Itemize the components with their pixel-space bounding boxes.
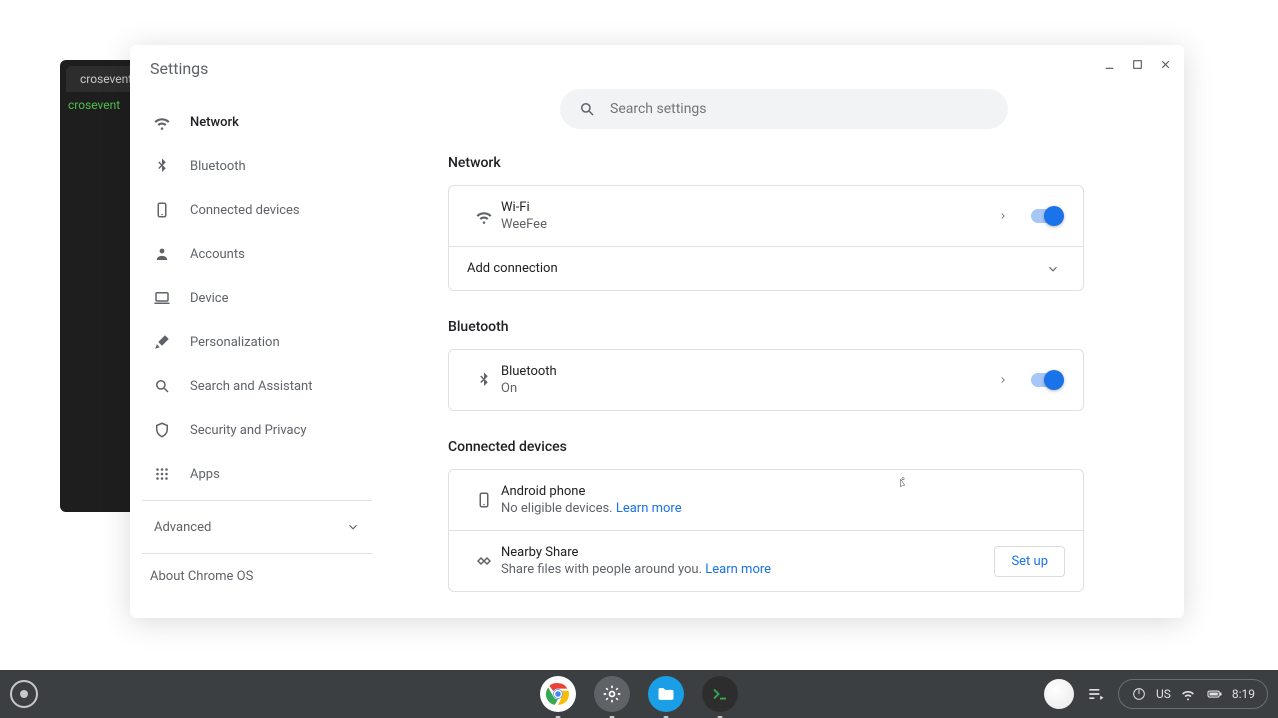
sidebar-item-accounts[interactable]: Accounts [130,232,384,276]
search-icon [152,377,172,395]
content-area: Network Wi-Fi WeeFee Add connection Blue… [384,45,1184,618]
sidebar-item-label: Personalization [190,335,280,350]
bluetooth-icon [152,157,172,175]
android-sub: No eligible devices. Learn more [501,501,1065,516]
section-title-network: Network [448,155,1154,171]
wifi-title: Wi-Fi [501,200,991,215]
chevron-right-icon [991,211,1015,221]
shelf: US 8:19 [0,670,1278,718]
nearby-title: Nearby Share [501,545,994,560]
sidebar-item-label: Device [190,291,229,306]
search-bar[interactable] [560,89,1008,129]
sidebar-item-label: Connected devices [190,203,300,218]
wifi-icon [467,206,501,226]
chevron-down-icon [346,520,360,534]
wifi-ssid: WeeFee [501,217,991,232]
brush-icon [152,333,172,351]
bluetooth-title: Bluetooth [501,364,991,379]
sidebar-item-connected-devices[interactable]: Connected devices [130,188,384,232]
wifi-icon [1180,686,1196,702]
section-title-connected: Connected devices [448,439,1154,455]
add-connection-label: Add connection [467,261,1041,276]
nearby-share-row[interactable]: Nearby Share Share files with people aro… [449,530,1083,591]
sidebar: Settings Network Bluetooth Connected dev… [130,45,384,618]
shelf-app-terminal[interactable] [702,676,738,712]
sidebar-item-search-assistant[interactable]: Search and Assistant [130,364,384,408]
wifi-row[interactable]: Wi-Fi WeeFee [449,186,1083,246]
sidebar-item-label: Apps [190,467,220,482]
search-icon [578,100,596,118]
bluetooth-toggle[interactable] [1031,373,1061,387]
sidebar-item-security-privacy[interactable]: Security and Privacy [130,408,384,452]
network-card: Wi-Fi WeeFee Add connection [448,185,1084,291]
wifi-icon [152,112,172,132]
section-title-bluetooth: Bluetooth [448,319,1154,335]
shield-icon [152,421,172,439]
shelf-app-files[interactable] [648,676,684,712]
sidebar-item-about[interactable]: About Chrome OS [130,558,384,594]
settings-window: Settings Network Bluetooth Connected dev… [130,45,1184,618]
sidebar-item-network[interactable]: Network [130,100,384,144]
bluetooth-card: Bluetooth On [448,349,1084,411]
phone-icon [152,201,172,219]
chevron-right-icon [991,375,1015,385]
app-title: Settings [130,59,384,78]
divider [142,500,372,501]
nearby-share-icon [467,552,501,570]
advanced-label: Advanced [154,520,211,535]
connected-card: Android phone No eligible devices. Learn… [448,469,1084,592]
sidebar-item-label: Search and Assistant [190,379,313,394]
sidebar-item-advanced[interactable]: Advanced [130,505,384,549]
android-title: Android phone [501,484,1065,499]
clock: 8:19 [1232,687,1255,701]
shelf-app-chrome[interactable] [540,676,576,712]
apps-icon [152,465,172,483]
sidebar-item-label: Network [190,115,239,130]
bluetooth-row[interactable]: Bluetooth On [449,350,1083,410]
sidebar-item-device[interactable]: Device [130,276,384,320]
search-input[interactable] [610,101,990,117]
phone-icon [467,491,501,509]
sidebar-item-bluetooth[interactable]: Bluetooth [130,144,384,188]
sidebar-item-personalization[interactable]: Personalization [130,320,384,364]
person-icon [152,245,172,263]
sidebar-item-label: Security and Privacy [190,423,307,438]
chevron-down-icon [1041,262,1065,276]
battery-icon [1205,685,1223,703]
nearby-setup-button[interactable]: Set up [994,546,1065,577]
sidebar-item-label: Accounts [190,247,245,262]
system-tray[interactable]: US 8:19 [1118,679,1268,709]
shelf-avatar[interactable] [1044,679,1074,709]
terminal-prompt: crosevent [68,98,120,112]
playlist-icon[interactable] [1086,684,1106,704]
nearby-sub: Share files with people around you. Lear… [501,562,994,577]
sidebar-item-label: Bluetooth [190,159,246,174]
bluetooth-status: On [501,381,991,396]
add-connection-row[interactable]: Add connection [449,246,1083,290]
laptop-icon [152,289,172,307]
android-phone-row[interactable]: Android phone No eligible devices. Learn… [449,470,1083,530]
shelf-app-settings[interactable] [594,676,630,712]
sidebar-item-apps[interactable]: Apps [130,452,384,496]
launcher-button[interactable] [10,680,38,708]
ime-indicator: US [1156,687,1171,701]
android-learn-more-link[interactable]: Learn more [616,501,682,516]
nearby-learn-more-link[interactable]: Learn more [705,562,771,577]
wifi-toggle[interactable] [1031,209,1061,223]
bluetooth-icon [467,371,501,389]
divider [142,553,372,554]
power-icon [1131,686,1147,702]
